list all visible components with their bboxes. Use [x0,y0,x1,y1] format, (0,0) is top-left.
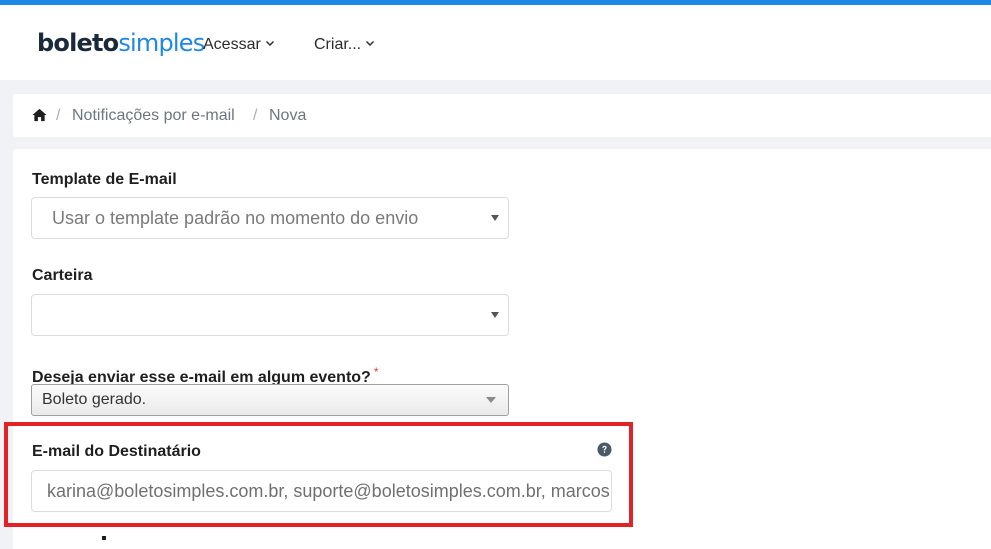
caret-down-icon [486,397,496,403]
caret-down-icon [491,312,499,318]
carteira-label: Carteira [32,267,93,284]
template-label: Template de E-mail [32,171,177,188]
logo-text-light: simples [118,29,205,57]
chevron-down-icon [265,41,274,46]
next-field-label-fragment [102,536,106,540]
caret-down-icon [491,215,499,221]
breadcrumb: / Notificações por e-mail / Nova [13,94,991,137]
home-icon[interactable] [32,108,47,122]
destinatario-email-input[interactable]: karina@boletosimples.com.br, suporte@bol… [31,470,612,512]
template-select[interactable]: Usar o template padrão no momento do env… [31,197,509,239]
evento-select-value: Boleto gerado. [42,391,147,408]
nav-criar-dropdown[interactable]: Criar... [314,35,375,55]
evento-select[interactable]: Boleto gerado. [31,384,509,416]
top-navbar: boletosimples Acessar Criar... [0,0,991,80]
nav-criar-label: Criar... [314,36,362,53]
chevron-down-icon [366,41,375,46]
destinatario-email-value: karina@boletosimples.com.br, suporte@bol… [47,481,611,501]
breadcrumb-item-nova: Nova [269,107,307,124]
breadcrumb-item-notificacoes[interactable]: Notificações por e-mail [72,94,235,137]
logo-text-bold: boleto [37,29,119,57]
carteira-select[interactable] [31,294,509,336]
breadcrumb-separator: / [253,107,258,124]
destinatario-label: E-mail do Destinatário [32,443,201,460]
required-mark: * [373,365,379,379]
brand-logo[interactable]: boletosimples [37,29,205,57]
template-select-value: Usar o template padrão no momento do env… [52,208,419,228]
question-circle-icon[interactable] [597,442,612,457]
breadcrumb-separator: / [56,107,61,124]
nav-acessar-dropdown[interactable]: Acessar [203,35,275,55]
nav-acessar-label: Acessar [203,36,261,53]
